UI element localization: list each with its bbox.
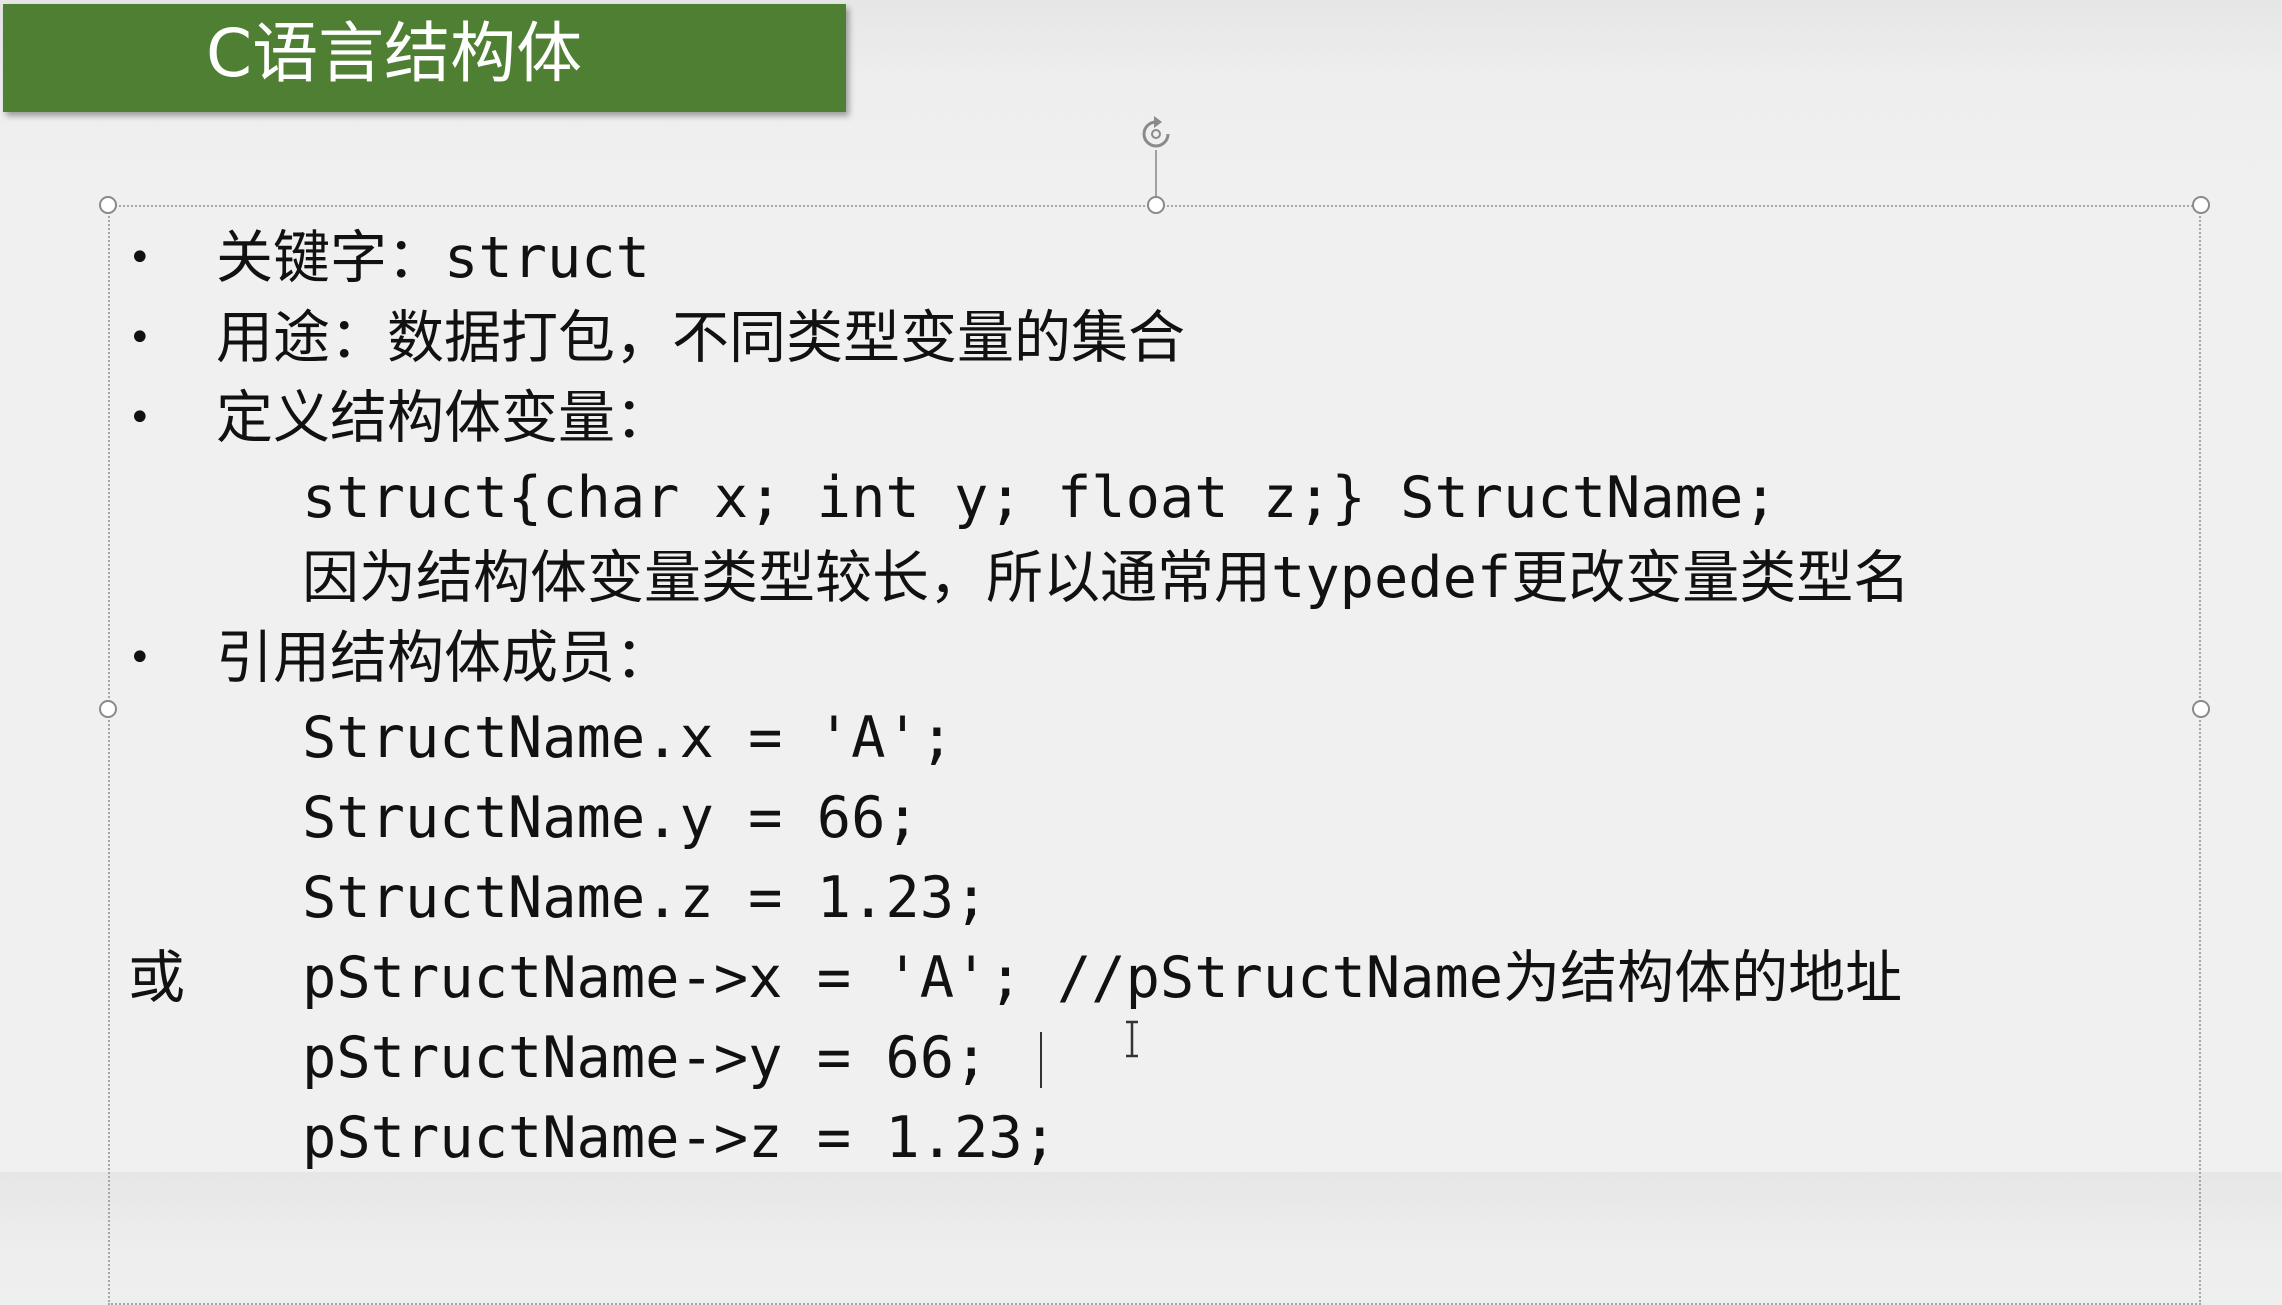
ibeam-cursor-icon — [1126, 1020, 1138, 1058]
code-text: struct{char x; int y; float z;} StructNa… — [302, 465, 1778, 531]
bullet-text: 关键字：struct — [216, 225, 650, 291]
bullet-dot: • — [128, 235, 152, 281]
bullet-text: 定义结构体变量： — [216, 385, 672, 451]
bullet-text: 用途：数据打包，不同类型变量的集合 — [216, 305, 1185, 371]
code-text: StructName.x = 'A'; — [302, 705, 955, 771]
note-text: 因为结构体变量类型较长，所以通常用typedef更改变量类型名 — [302, 545, 1911, 611]
bullet-dot: • — [128, 635, 152, 681]
code-text: StructName.y = 66; — [302, 785, 920, 851]
bullet-dot: • — [128, 315, 152, 361]
code-text: StructName.z = 1.23; — [302, 865, 989, 931]
code-text: pStructName->y = 66; — [302, 1025, 989, 1091]
code-text: pStructName->z = 1.23; — [302, 1105, 1057, 1171]
bullet-dot: • — [128, 395, 152, 441]
or-label: 或 — [128, 945, 185, 1011]
slide-body-text[interactable]: • 关键字：struct • 用途：数据打包，不同类型变量的集合 • 定义结构体… — [0, 0, 2282, 1172]
code-text: pStructName->x = 'A'; //pStructName为结构体的… — [302, 945, 1903, 1011]
bullet-text: 引用结构体成员： — [216, 625, 672, 691]
text-caret — [1040, 1032, 1042, 1088]
